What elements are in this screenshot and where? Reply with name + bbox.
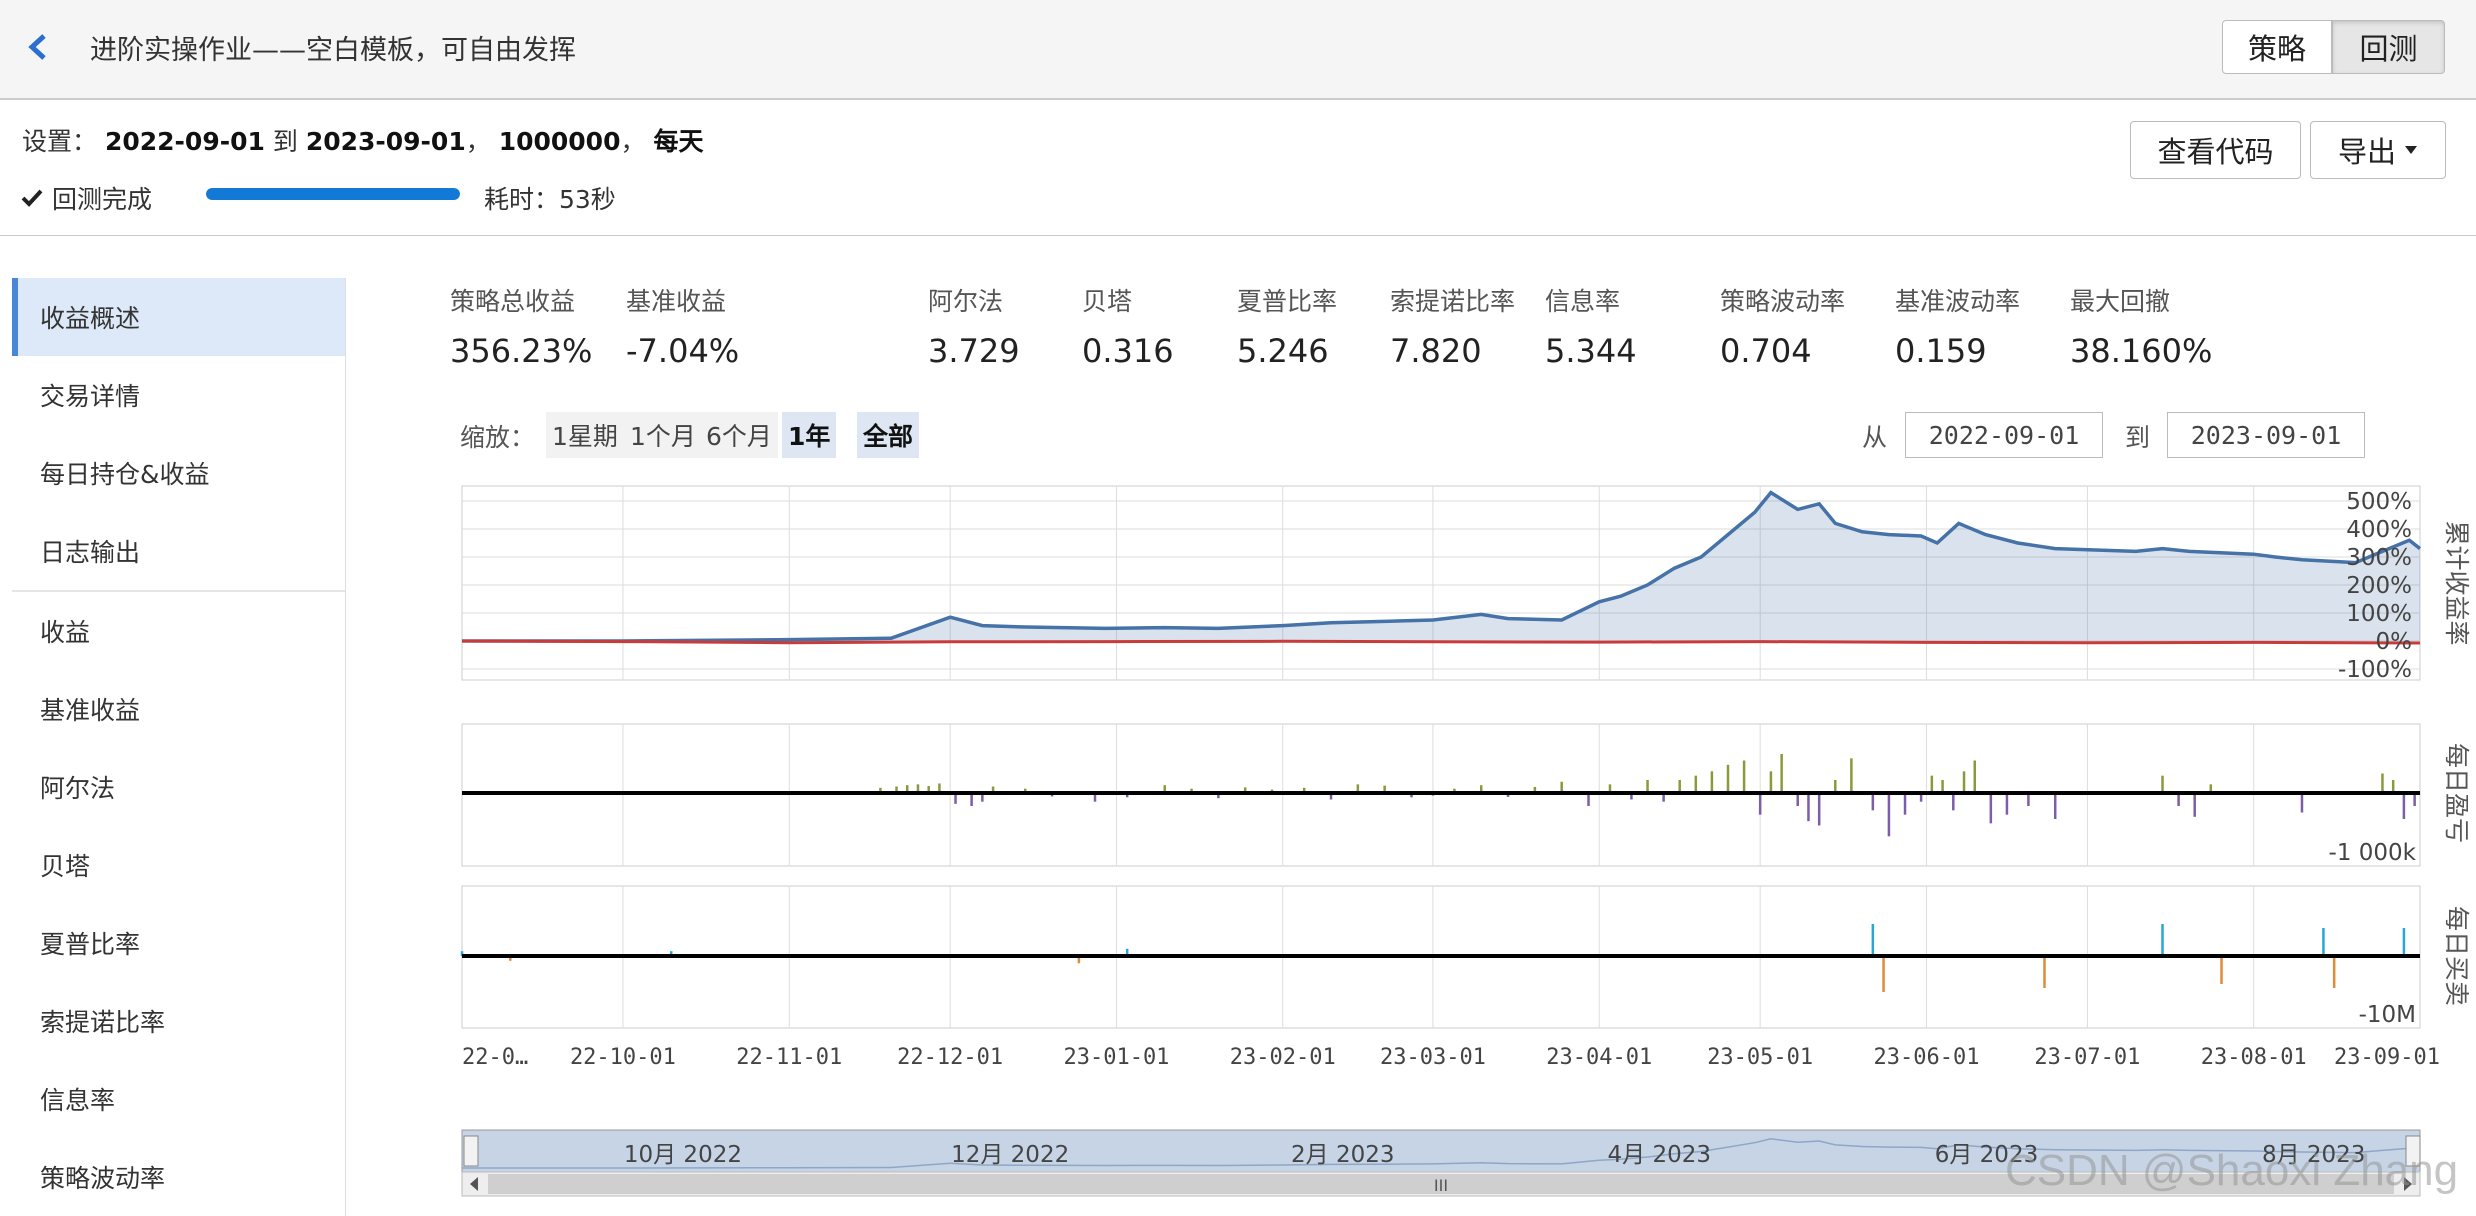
x-tick-label: 23-05-01 (1707, 1045, 1813, 1070)
benchmark-return-line (461, 639, 2421, 645)
y-axis-title: 累计收益率 (2442, 520, 2471, 645)
x-tick-label: 22-0… (462, 1045, 528, 1070)
navigator-handle[interactable] (463, 1135, 479, 1167)
scrollbar-grip-icon: III (1434, 1176, 1448, 1195)
navigator-label: 12月 2022 (951, 1142, 1069, 1168)
y-tick-label: -1 000k (2329, 840, 2417, 866)
y-axis-title: 每日盈亏 (2442, 743, 2471, 843)
x-tick-label: 23-02-01 (1230, 1045, 1336, 1070)
y-tick-label: 0% (2376, 629, 2413, 655)
navigator-label: 2月 2023 (1291, 1142, 1394, 1168)
y-tick-label: 100% (2346, 601, 2412, 627)
x-tick-label: 23-03-01 (1380, 1045, 1486, 1070)
y-tick-label: 200% (2346, 573, 2412, 599)
backtest-charts: 500%400%300%200%100%0%-100% 累计收益率 -1 000k 每… (460, 485, 2471, 1197)
x-tick-label: 23-09-01 (2334, 1045, 2440, 1070)
navigator-label: 10月 2022 (624, 1142, 742, 1168)
y-axis-title: 每日买卖 (2442, 906, 2471, 1006)
y-tick-label: 500% (2346, 489, 2412, 515)
x-tick-label: 22-11-01 (736, 1045, 842, 1070)
y-tick-label: -100% (2338, 657, 2412, 683)
x-tick-label: 23-06-01 (1873, 1045, 1979, 1070)
watermark: CSDN @Shaoxi Zhang (2005, 1146, 2459, 1195)
x-tick-label: 23-01-01 (1063, 1045, 1169, 1070)
y-tick-label: -10M (2359, 1002, 2416, 1028)
x-tick-label: 22-10-01 (570, 1045, 676, 1070)
x-tick-label: 22-12-01 (897, 1045, 1003, 1070)
navigator-label: 4月 2023 (1608, 1142, 1711, 1168)
x-tick-label: 23-08-01 (2201, 1045, 2307, 1070)
y-tick-label: 400% (2346, 517, 2412, 543)
x-tick-label: 23-04-01 (1546, 1045, 1652, 1070)
y-tick-label: 300% (2346, 545, 2412, 571)
x-tick-label: 23-07-01 (2034, 1045, 2140, 1070)
